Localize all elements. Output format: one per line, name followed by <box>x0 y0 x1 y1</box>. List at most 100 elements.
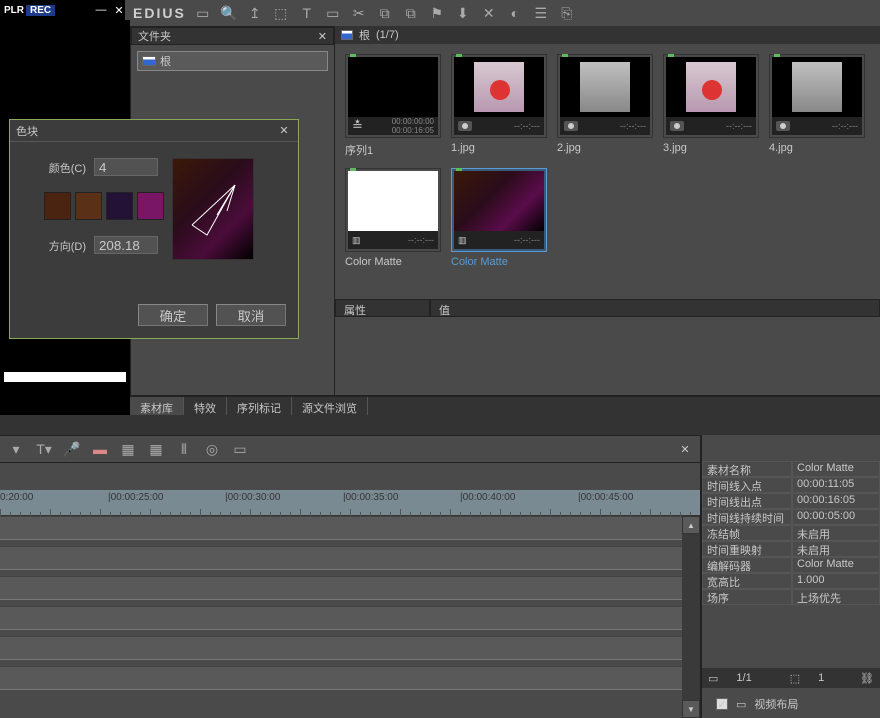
layout-icon[interactable]: ▭ <box>230 439 250 459</box>
mixer-icon[interactable]: ⫴ <box>174 439 194 459</box>
folders-header: 文件夹 ✕ <box>131 27 334 45</box>
mic-icon[interactable]: 🎤 <box>62 439 82 459</box>
scroll-up-icon[interactable]: ▲ <box>682 516 700 534</box>
up-icon[interactable]: ↥ <box>246 4 264 22</box>
video-layout-checkbox[interactable]: ✓ <box>716 698 728 710</box>
info-row: 素材名称Color Matte <box>702 461 880 477</box>
info-panel: 素材名称Color Matte时间线入点00:00:11:05时间线出点00:0… <box>700 435 880 718</box>
track[interactable] <box>0 546 700 570</box>
title-tool-icon[interactable]: T▾ <box>34 439 54 459</box>
ruler-label: |00:00:25:00 <box>108 492 163 503</box>
folder-root[interactable]: 根 <box>137 51 328 71</box>
recorder-titlebar: PLR REC — ✕ <box>0 0 130 20</box>
info-key: 时间线出点 <box>702 493 792 509</box>
tab-source-browse[interactable]: 源文件浏览 <box>292 397 368 415</box>
tab-markers[interactable]: 序列标记 <box>227 397 292 415</box>
track[interactable] <box>0 636 700 660</box>
grid2-icon[interactable]: ▦ <box>146 439 166 459</box>
ok-button[interactable]: 确定 <box>138 304 208 326</box>
delete-icon[interactable]: ✕ <box>480 4 498 22</box>
dialog-close-icon[interactable]: ✕ <box>276 123 292 139</box>
folder-icon <box>142 56 156 66</box>
camera-icon <box>458 121 472 131</box>
search-icon[interactable]: 🔍 <box>220 4 238 22</box>
clip-color-matte-2[interactable]: ▥--:--:--- Color Matte <box>451 168 547 268</box>
color-count-input[interactable] <box>94 158 158 176</box>
preview-scrubber[interactable] <box>4 372 126 382</box>
text-tool-icon[interactable]: T <box>298 4 316 22</box>
clip-image-1[interactable]: --:--:--- 1.jpg <box>451 54 547 158</box>
clip-image-2[interactable]: --:--:--- 2.jpg <box>557 54 653 158</box>
clip-label: 1.jpg <box>451 142 547 154</box>
grid-icon[interactable]: ▦ <box>118 439 138 459</box>
timeline-ruler[interactable]: 0:20:00|00:00:25:00|00:00:30:00|00:00:35… <box>0 490 700 516</box>
props-val-header: 值 <box>430 299 880 317</box>
target-icon[interactable]: ◎ <box>202 439 222 459</box>
effect-count: 1 <box>818 672 824 684</box>
clip-index: 1/1 <box>736 672 751 684</box>
marker-icon[interactable]: ⚑ <box>428 4 446 22</box>
clip-image-3[interactable]: --:--:--- 3.jpg <box>663 54 759 158</box>
main-toolbar: EDIUS ▭ 🔍 ↥ ⬚ T ▭ ✂ ⧉ ⧉ ⚑ ⬇ ✕ ◐ ☰ ⎘ <box>125 0 880 26</box>
info-row: 编解码器Color Matte <box>702 557 880 573</box>
info-value: 1.000 <box>792 573 880 589</box>
ruler-label: 0:20:00 <box>0 492 33 503</box>
folders-title: 文件夹 <box>138 28 171 44</box>
spacer <box>0 415 880 435</box>
timeline-close-icon[interactable]: ✕ <box>676 440 694 458</box>
color-swatch-1[interactable] <box>75 192 102 220</box>
clip-label: Color Matte <box>345 256 441 268</box>
info-value: 未启用 <box>792 541 880 557</box>
info-key: 时间重映射 <box>702 541 792 557</box>
rect-icon[interactable]: ▭ <box>324 4 342 22</box>
info-value: 00:00:16:05 <box>792 493 880 509</box>
color-label: 颜色(C) <box>26 158 86 176</box>
track[interactable] <box>0 666 700 690</box>
dropdown-icon[interactable]: ▾ <box>6 439 26 459</box>
color-swatch-3[interactable] <box>137 192 164 220</box>
new-bin-icon[interactable]: ⬚ <box>272 4 290 22</box>
ruler-label: |00:00:45:00 <box>578 492 633 503</box>
color-icon[interactable]: ◐ <box>506 4 524 22</box>
gradient-preview[interactable] <box>172 158 254 260</box>
color-bar-icon[interactable]: ▬ <box>90 439 110 459</box>
scroll-down-icon[interactable]: ▼ <box>682 700 700 718</box>
tab-effects[interactable]: 特效 <box>184 397 227 415</box>
clip-color-matte-1[interactable]: ▥--:--:--- Color Matte <box>345 168 441 268</box>
camera-icon <box>776 121 790 131</box>
sequence-icon: ≛ <box>352 118 363 134</box>
tab-library[interactable]: 素材库 <box>130 397 184 415</box>
direction-input[interactable] <box>94 236 158 254</box>
link-icon[interactable]: ⎘ <box>558 4 576 22</box>
clip-label: 2.jpg <box>557 142 653 154</box>
copy-icon[interactable]: ⧉ <box>376 4 394 22</box>
info-key: 时间线持续时间 <box>702 509 792 525</box>
folder-icon[interactable]: ▭ <box>194 4 212 22</box>
clip-sequence[interactable]: ≛ 00:00:00:0000:00:16:05 序列1 <box>345 54 441 158</box>
dialog-titlebar[interactable]: 色块 ✕ <box>10 120 298 142</box>
list-icon[interactable]: ☰ <box>532 4 550 22</box>
color-swatch-0[interactable] <box>44 192 71 220</box>
minimize-button[interactable]: — <box>94 3 108 17</box>
paste-icon[interactable]: ⧉ <box>402 4 420 22</box>
color-swatch-2[interactable] <box>106 192 133 220</box>
track[interactable] <box>0 516 700 540</box>
track[interactable] <box>0 606 700 630</box>
link-icon[interactable]: ⛓ <box>860 672 874 685</box>
app-name: EDIUS <box>133 5 186 21</box>
cancel-button[interactable]: 取消 <box>216 304 286 326</box>
clip-label: 序列1 <box>345 142 441 158</box>
clip-image-4[interactable]: --:--:--- 4.jpg <box>769 54 865 158</box>
info-key: 时间线入点 <box>702 477 792 493</box>
folders-close-icon[interactable]: ✕ <box>318 30 327 43</box>
timeline-v-scrollbar[interactable]: ▲ ▼ <box>682 516 700 718</box>
import-icon[interactable]: ⬇ <box>454 4 472 22</box>
recorder-brand: PLR <box>4 5 24 16</box>
info-value: 上场优先 <box>792 589 880 605</box>
close-button[interactable]: ✕ <box>112 3 126 17</box>
cut-icon[interactable]: ✂ <box>350 4 368 22</box>
info-key: 宽高比 <box>702 573 792 589</box>
track[interactable] <box>0 576 700 600</box>
info-footer: ▭ 1/1 ⬚ 1 ⛓ <box>702 668 880 688</box>
info-value: 00:00:05:00 <box>792 509 880 525</box>
